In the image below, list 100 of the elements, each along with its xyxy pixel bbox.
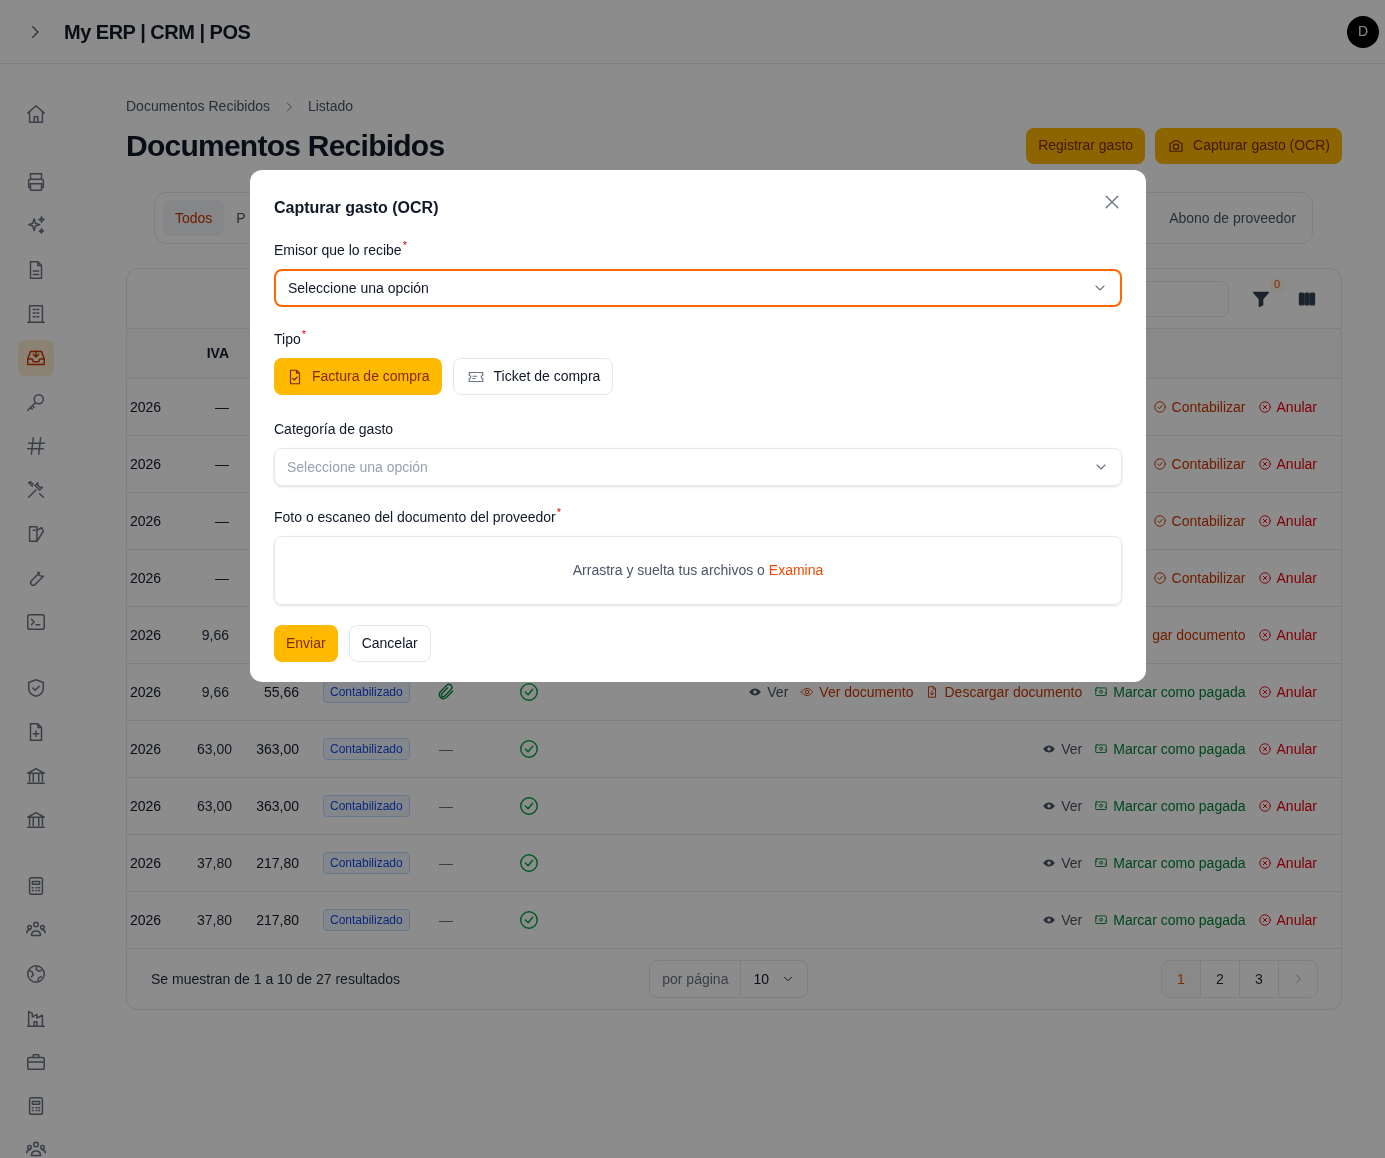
building-icon (25, 303, 47, 325)
row-action-link[interactable]: Contabilizar (1152, 510, 1246, 532)
browse-link[interactable]: Examina (768, 562, 824, 578)
banknote-icon (1094, 685, 1109, 699)
x-circle-icon (1257, 856, 1272, 870)
table-cell-text: 2026 (129, 739, 163, 759)
user-avatar[interactable]: D (1347, 15, 1379, 48)
printer-icon (25, 171, 47, 193)
type-option-button[interactable]: Factura de compra (274, 358, 442, 395)
row-action-link[interactable]: Anular (1257, 681, 1317, 703)
row-action-link[interactable]: Anular (1257, 624, 1317, 646)
home-icon (25, 103, 47, 125)
tab[interactable]: Abono de proveedor (1161, 200, 1304, 236)
row-action-link[interactable]: Marcar como pagada (1094, 738, 1246, 760)
table-cell-text: 9,66 (200, 682, 230, 702)
row-action-link[interactable]: Anular (1257, 453, 1317, 475)
row-action-link[interactable]: Contabilizar (1152, 453, 1246, 475)
per-page-label: por página (650, 961, 742, 997)
page-button[interactable]: 2 (1201, 961, 1240, 997)
x-circle-icon (1257, 799, 1272, 813)
x-circle-icon (1257, 514, 1272, 528)
row-action-link[interactable]: Anular (1257, 738, 1317, 760)
field-label: Categoría de gasto (274, 420, 394, 439)
type-option-button[interactable]: Ticket de compra (452, 358, 614, 395)
table-cell-text: 2026 (129, 853, 163, 873)
select-field[interactable]: Seleccione una opción (274, 269, 1122, 307)
table-cell-text: 63,00 (197, 739, 234, 759)
table-cell-text: — (214, 511, 230, 531)
required-mark: * (402, 240, 407, 251)
x-circle-icon (1257, 457, 1272, 471)
table-cell-text: 363,00 (255, 796, 300, 816)
banknote-icon (1094, 742, 1109, 756)
row-action-link[interactable]: Ver (1042, 738, 1083, 760)
table-cell-text: 2026 (129, 511, 163, 531)
table-cell-text: 2026 (129, 796, 163, 816)
sparkles-icon (25, 215, 47, 237)
x-circle-icon (1257, 913, 1272, 927)
file-dropzone[interactable]: Arrastra y suelta tus archivos o Examina (274, 536, 1122, 605)
x-circle-icon (1257, 685, 1272, 699)
row-action-link[interactable]: Anular (1257, 396, 1317, 418)
row-action-link[interactable]: Anular (1257, 909, 1317, 931)
check-circle-icon (1152, 457, 1167, 471)
table-cell-text: 2026 (129, 454, 163, 474)
app-title: My ERP | CRM | POS (64, 19, 251, 45)
status-badge: Contabilizado (323, 738, 410, 760)
terminal-icon (25, 611, 47, 633)
table-cell-text: 9,66 (200, 625, 230, 645)
check-circle-icon (1152, 400, 1167, 414)
x-circle-icon (1257, 742, 1272, 756)
page-button[interactable]: 3 (1240, 961, 1279, 997)
bank-icon (25, 809, 47, 831)
per-page-select[interactable]: 10 (741, 968, 807, 990)
row-action-link[interactable]: Ver (1042, 909, 1083, 931)
row-action-link[interactable]: Ver (1042, 795, 1083, 817)
table-cell-text: 37,80 (197, 910, 234, 930)
x-circle-icon (1257, 400, 1272, 414)
action-button[interactable]: Registrar gasto (1026, 127, 1146, 164)
row-action-link[interactable]: Ver documento (800, 681, 914, 703)
row-action-link[interactable]: Descargar documento (925, 681, 1083, 703)
field-label: Emisor que lo recibe (274, 241, 402, 260)
required-mark: * (556, 507, 562, 518)
tab[interactable]: P (228, 200, 254, 236)
breadcrumb-link[interactable]: Listado (307, 96, 354, 117)
attachment-button[interactable] (436, 682, 456, 702)
row-action-link[interactable]: Contabilizar (1152, 396, 1246, 418)
breadcrumb-link[interactable]: Documentos Recibidos (126, 96, 270, 117)
row-action-link[interactable]: Marcar como pagada (1094, 681, 1246, 703)
status-badge: Contabilizado (323, 681, 410, 703)
row-action-link[interactable]: Ver (1042, 852, 1083, 874)
select-field[interactable]: Seleccione una opción (274, 448, 1122, 486)
banknote-icon (1094, 856, 1109, 870)
page-title: Documentos Recibidos (126, 128, 445, 164)
table-cell-text: — (439, 796, 453, 816)
table-cell-text: 2026 (129, 682, 163, 702)
table-cell-text: — (214, 568, 230, 588)
paperclip-icon (436, 682, 456, 702)
sidebar-item[interactable] (18, 340, 54, 376)
row-action-link[interactable]: Marcar como pagada (1094, 909, 1246, 931)
tab[interactable]: Todos (163, 200, 225, 236)
row-action-link[interactable]: Marcar como pagada (1094, 795, 1246, 817)
row-action-link[interactable]: Anular (1257, 795, 1317, 817)
form-button[interactable]: Cancelar (348, 625, 431, 662)
globe-icon (25, 963, 47, 985)
table-cell-text: 2026 (129, 625, 163, 645)
table-cell-text: 37,80 (197, 853, 234, 873)
field-label: Tipo (274, 330, 301, 349)
x-circle-icon (1257, 571, 1272, 585)
row-action-link[interactable]: Anular (1257, 510, 1317, 532)
table-cell-text: 363,00 (255, 739, 300, 759)
check-circle-icon (1152, 514, 1167, 528)
form-button[interactable]: Enviar (274, 625, 338, 662)
key-icon (25, 391, 47, 413)
table-cell-text: — (439, 739, 453, 759)
row-action-link[interactable]: Anular (1257, 852, 1317, 874)
row-action-link[interactable]: gar documento (1152, 624, 1246, 646)
action-button[interactable]: Capturar gasto (OCR) (1155, 127, 1342, 164)
row-action-link[interactable]: Marcar como pagada (1094, 852, 1246, 874)
row-action-link[interactable]: Contabilizar (1152, 567, 1246, 589)
row-action-link[interactable]: Ver (748, 681, 789, 703)
row-action-link[interactable]: Anular (1257, 567, 1317, 589)
